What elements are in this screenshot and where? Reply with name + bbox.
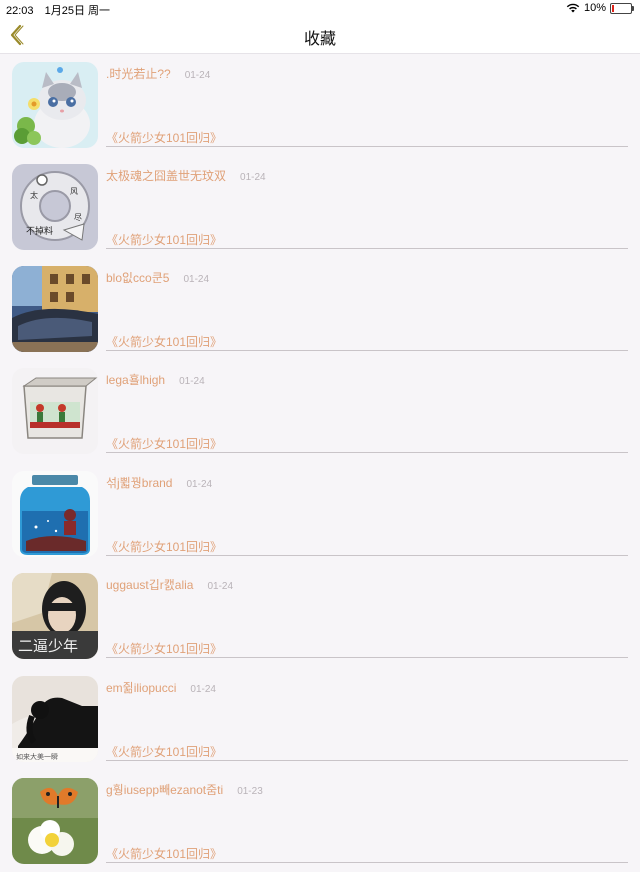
item-name: 太极魂之囧盖世无玟双 01-24 (106, 167, 266, 184)
avatar[interactable] (12, 778, 98, 864)
list-item[interactable]: .时光若止?? 01-24 《火箭少女101回归》 (0, 54, 640, 156)
list-item[interactable]: g훵iusepp빼ezanot줌ti 01-23 《火箭少女101回归》 (0, 770, 640, 872)
svg-text:如来大美一瞬: 如来大美一瞬 (16, 752, 58, 761)
status-date: 1月25日 周一 (44, 5, 111, 17)
item-name-text: g훵iusepp빼ezanot줌ti (106, 783, 224, 797)
item-name-text: 太极魂之囧盖世无玟双 (106, 169, 227, 183)
list-item[interactable]: lega횰lhigh 01-24 《火箭少女101回归》 (0, 360, 640, 462)
item-name: g훵iusepp빼ezanot줌ti 01-23 (106, 781, 263, 798)
item-link[interactable]: 《火箭少女101回归》 (106, 435, 222, 452)
item-date: 01-24 (186, 479, 213, 490)
list-item[interactable]: 二逼少年 uggaust깁r캜alia 01-24 《火箭少女101回归》 (0, 565, 640, 667)
item-name: blo잆cco쿤5 01-24 (106, 269, 209, 286)
item-link[interactable]: 《火箭少女101回归》 (106, 743, 222, 760)
divider (106, 146, 628, 147)
item-name: 섞j쀫꿩brand 01-24 (106, 474, 212, 491)
item-name: .时光若止?? 01-24 (106, 65, 210, 82)
item-name-text: 섞j쀫꿩brand (106, 476, 173, 490)
avatar[interactable]: 如来大美一瞬 (12, 676, 98, 762)
item-date: 01-24 (240, 172, 266, 183)
avatar[interactable]: 太 风 尽 不掉料 (12, 164, 98, 250)
item-name: lega횰lhigh 01-24 (106, 371, 205, 388)
battery-icon (610, 2, 634, 14)
item-date: 01-24 (184, 70, 211, 81)
item-link[interactable]: 《火箭少女101回归》 (106, 333, 222, 350)
list-item[interactable]: 太 风 尽 不掉料 太极魂之囧盖世无玟双 01-24 《火箭少女101回归》 (0, 156, 640, 258)
item-name: uggaust깁r캜alia 01-24 (106, 576, 233, 593)
divider (106, 248, 628, 249)
divider (106, 555, 628, 556)
item-date: 01-24 (190, 684, 216, 695)
item-link[interactable]: 《火箭少女101回归》 (106, 231, 222, 248)
divider (106, 350, 628, 351)
avatar[interactable] (12, 368, 98, 454)
svg-text:不掉料: 不掉料 (26, 225, 53, 237)
svg-text:太: 太 (30, 190, 38, 200)
avatar[interactable]: 二逼少年 (12, 573, 98, 659)
item-link[interactable]: 《火箭少女101回归》 (106, 845, 222, 862)
item-date: 01-24 (183, 274, 210, 285)
item-date: 01-24 (179, 376, 205, 387)
avatar[interactable] (12, 471, 98, 557)
svg-text:尽: 尽 (74, 213, 82, 222)
item-name-text: .时光若止?? (106, 67, 171, 81)
avatar[interactable] (12, 266, 98, 352)
list-item[interactable]: 如来大美一瞬 em쥚iliopucci 01-24 《火箭少女101回归》 (0, 668, 640, 770)
divider (106, 452, 628, 453)
item-name-text: blo잆cco쿤5 (106, 271, 170, 285)
list-item[interactable]: blo잆cco쿤5 01-24 《火箭少女101回归》 (0, 258, 640, 360)
item-date: 01-24 (207, 581, 234, 592)
status-time: 22:03 (6, 5, 34, 17)
item-date: 01-23 (237, 786, 263, 797)
item-name-text: lega횰lhigh (106, 373, 166, 387)
item-link[interactable]: 《火箭少女101回归》 (106, 640, 222, 657)
list-item[interactable]: 섞j쀫꿩brand 01-24 《火箭少女101回归》 (0, 463, 640, 565)
battery-percent: 10% (583, 2, 606, 14)
divider (106, 862, 628, 863)
wifi-icon (566, 3, 580, 13)
avatar[interactable] (12, 62, 98, 148)
nav-bar: 收藏 (0, 17, 640, 54)
item-name-text: uggaust깁r캜alia (106, 578, 194, 592)
item-link[interactable]: 《火箭少女101回归》 (106, 129, 222, 146)
svg-text:风: 风 (70, 187, 78, 196)
item-name: em쥚iliopucci 01-24 (106, 679, 216, 696)
divider (106, 657, 628, 658)
page-title: 收藏 (303, 31, 336, 48)
svg-text:二逼少年: 二逼少年 (18, 637, 78, 655)
status-bar: 22:03 1月25日 周一 10% (0, 0, 640, 17)
divider (106, 760, 628, 761)
item-link[interactable]: 《火箭少女101回归》 (106, 538, 222, 555)
item-name-text: em쥚iliopucci (106, 681, 177, 695)
